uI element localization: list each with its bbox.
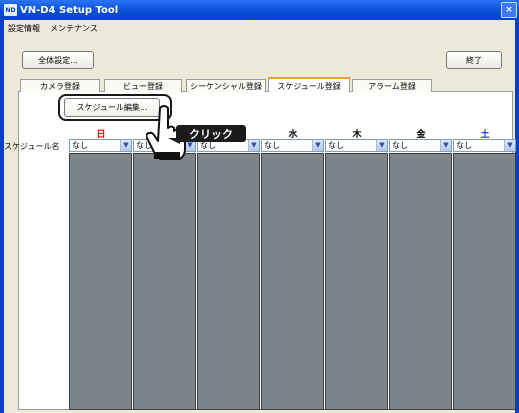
tab-schedule-registration[interactable]: スケジュール登録 bbox=[268, 77, 350, 93]
tab-alarm-registration[interactable]: アラーム登録 bbox=[352, 79, 432, 92]
select-value: なし bbox=[328, 141, 344, 150]
schedule-select-wed[interactable]: なし ▼ bbox=[261, 139, 324, 152]
schedule-select-thu[interactable]: なし ▼ bbox=[325, 139, 388, 152]
exit-button[interactable]: 終了 bbox=[446, 51, 502, 69]
tab-strip: カメラ登録 ビュー登録 シーケンシャル登録 スケジュール登録 アラーム登録 bbox=[18, 77, 513, 93]
select-value: なし bbox=[392, 141, 408, 150]
schedule-column-sun[interactable] bbox=[69, 153, 132, 410]
menu-bar: 設定情報 メンテナンス bbox=[4, 20, 515, 36]
schedule-column-fri[interactable] bbox=[389, 153, 452, 410]
title-bar: ND VN-D4 Setup Tool × bbox=[0, 0, 519, 20]
menu-item-settings-info[interactable]: 設定情報 bbox=[8, 23, 40, 34]
schedule-column-mon[interactable] bbox=[133, 153, 196, 410]
schedule-select-sun[interactable]: なし ▼ bbox=[69, 139, 132, 152]
select-value: なし bbox=[264, 141, 280, 150]
schedule-select-sat[interactable]: なし ▼ bbox=[453, 139, 516, 152]
menu-item-maintenance[interactable]: メンテナンス bbox=[50, 23, 98, 34]
chevron-down-icon[interactable]: ▼ bbox=[504, 140, 515, 151]
schedule-column-wed[interactable] bbox=[261, 153, 324, 410]
schedule-column-thu[interactable] bbox=[325, 153, 388, 410]
select-value: なし bbox=[200, 141, 216, 150]
chevron-down-icon[interactable]: ▼ bbox=[440, 140, 451, 151]
schedule-select-fri[interactable]: なし ▼ bbox=[389, 139, 452, 152]
select-value: なし bbox=[72, 141, 88, 150]
close-icon[interactable]: × bbox=[501, 2, 517, 18]
tab-camera-registration[interactable]: カメラ登録 bbox=[20, 79, 100, 92]
select-value: なし bbox=[456, 141, 472, 150]
schedule-column-tue[interactable] bbox=[197, 153, 260, 410]
app-window: ND VN-D4 Setup Tool × 設定情報 メンテナンス 全体設定..… bbox=[0, 0, 519, 413]
chevron-down-icon[interactable]: ▼ bbox=[376, 140, 387, 151]
window-title: VN-D4 Setup Tool bbox=[20, 4, 119, 16]
schedule-column-sat[interactable] bbox=[453, 153, 516, 410]
tab-view-registration[interactable]: ビュー登録 bbox=[104, 79, 182, 92]
schedule-name-label: スケジュール名 bbox=[4, 142, 60, 151]
chevron-down-icon[interactable]: ▼ bbox=[248, 140, 259, 151]
app-logo-icon: ND bbox=[4, 4, 17, 16]
chevron-down-icon[interactable]: ▼ bbox=[120, 140, 131, 151]
click-callout: クリック bbox=[176, 125, 246, 142]
global-settings-button[interactable]: 全体設定... bbox=[22, 51, 94, 69]
tab-sequential-registration[interactable]: シーケンシャル登録 bbox=[186, 79, 266, 92]
chevron-down-icon[interactable]: ▼ bbox=[312, 140, 323, 151]
